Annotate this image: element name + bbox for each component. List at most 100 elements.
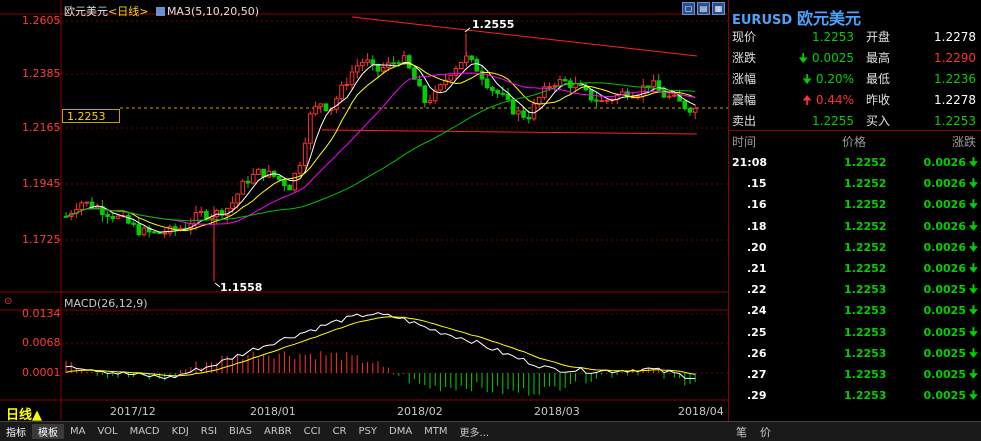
candle-body: [136, 223, 142, 236]
trade-time: .24: [747, 304, 767, 318]
down-arrow-icon: 🠋: [968, 177, 978, 191]
ma5-line: [65, 61, 696, 233]
value-amplitude: 0.44%: [815, 93, 854, 107]
candle-body: [313, 105, 318, 115]
down-arrow-icon: 🠋: [968, 346, 978, 360]
tab-kdj[interactable]: KDJ: [166, 426, 195, 437]
date-label: 2018/02: [397, 405, 443, 418]
trade-time: .15: [747, 177, 767, 191]
candle-body: [521, 110, 526, 118]
panel-icon[interactable]: ▦: [712, 2, 725, 15]
trade-price: 1.2252: [844, 156, 887, 169]
trade-change: 0.0026: [923, 177, 966, 191]
trade-row: .24 1.2253 0.0025 🠋: [729, 300, 981, 321]
candle-body: [105, 214, 110, 217]
candle-body: [126, 215, 131, 224]
candle-body: [240, 180, 246, 195]
candle-body: [375, 63, 381, 72]
candle-body: [526, 116, 532, 120]
tab-trades[interactable]: 笔: [736, 424, 747, 440]
trade-price: 1.2253: [844, 389, 887, 403]
tab-more[interactable]: 更多...: [454, 424, 496, 439]
down-arrow-icon: 🠋: [968, 304, 978, 318]
candle-body: [323, 103, 329, 112]
tab-template[interactable]: 模板: [32, 424, 64, 439]
candle-body: [230, 202, 235, 209]
candle-body: [380, 66, 386, 72]
trade-row: .20 1.2252 0.0026 🠋: [729, 237, 981, 258]
trade-row: .15 1.2252 0.0026 🠋: [729, 173, 981, 194]
candle-body: [666, 95, 672, 98]
candle-body: [474, 58, 480, 72]
candle-body: [193, 212, 199, 225]
macd-axis-label: 0.0001: [22, 366, 61, 379]
trade-price: 1.2253: [844, 283, 887, 297]
trade-row: .26 1.2253 0.0025 🠋: [729, 343, 981, 364]
price-axis-label: 1.2385: [22, 67, 61, 80]
trade-view-tabs: 笔 价: [728, 421, 981, 441]
candle-body: [334, 98, 339, 110]
candle-body: [370, 59, 376, 65]
down-arrow-icon: 🠋: [968, 240, 978, 254]
tab-arbr[interactable]: ARBR: [258, 426, 298, 437]
value-high: 1.2290: [934, 51, 976, 65]
tab-bias[interactable]: BIAS: [223, 426, 258, 437]
kline-chart[interactable]: [0, 0, 728, 420]
value-prev-close: 1.2278: [934, 93, 976, 107]
expand-icon[interactable]: ▢: [682, 2, 695, 15]
tab-rsi[interactable]: RSI: [195, 426, 223, 437]
tab-dma[interactable]: DMA: [383, 426, 418, 437]
tab-indicator[interactable]: 指标: [0, 424, 32, 439]
value-ask: 1.2255: [812, 114, 854, 128]
trade-row: .21 1.2252 0.0026 🠋: [729, 258, 981, 279]
label-low: 最低: [866, 72, 891, 86]
trades-header-time: 时间: [732, 135, 757, 149]
settings-icon[interactable]: ▤: [697, 2, 710, 15]
trade-row: .22 1.2253 0.0025 🠋: [729, 279, 981, 300]
chart-area[interactable]: [0, 0, 728, 420]
candle-body: [635, 95, 641, 98]
trade-row: .16 1.2252 0.0026 🠋: [729, 194, 981, 215]
macd-settings-icon[interactable]: ⊙: [4, 296, 12, 307]
indicator-tab-bar: 指标 模板 MA VOL MACD KDJ RSI BIAS ARBR CCI …: [0, 421, 728, 441]
candle-body: [495, 89, 500, 94]
candle-body: [339, 84, 344, 100]
moving-averages: [65, 61, 696, 233]
candle-body: [198, 210, 204, 214]
candle-body: [235, 193, 240, 204]
candle-body: [162, 232, 168, 235]
candle-body: [152, 231, 157, 234]
label-ask: 卖出: [732, 114, 757, 128]
quote-title: EURUSD 欧元美元: [732, 5, 861, 29]
ma10-line: [65, 63, 696, 232]
tab-price[interactable]: 价: [760, 424, 771, 440]
lower-trendline: [321, 129, 698, 135]
tab-psy[interactable]: PSY: [353, 426, 384, 437]
tab-ma[interactable]: MA: [64, 426, 91, 437]
price-axis-label: 1.1945: [22, 177, 61, 190]
candle-body: [604, 99, 610, 102]
macd-title: MACD(26,12,9): [64, 297, 148, 310]
trade-time: .16: [747, 198, 767, 212]
tab-macd[interactable]: MACD: [124, 426, 166, 437]
candle-body: [417, 78, 422, 87]
tab-cr[interactable]: CR: [327, 426, 353, 437]
tab-cci[interactable]: CCI: [298, 426, 327, 437]
candle-body: [453, 68, 459, 76]
tab-mtm[interactable]: MTM: [418, 426, 453, 437]
symbol-name: 欧元美元: [64, 5, 108, 18]
candle-body: [318, 103, 324, 107]
quote-panel: EURUSD 欧元美元 现价 1.2253 开盘 1.2278 涨跌 🠋 0.0…: [728, 0, 981, 421]
candle-body: [302, 142, 308, 166]
tab-vol[interactable]: VOL: [91, 426, 123, 437]
candle-body: [438, 84, 443, 91]
price-axis-label: 1.1725: [22, 233, 61, 246]
down-arrow-icon: 🠋: [968, 156, 978, 169]
down-arrow-icon: 🠋: [968, 389, 978, 403]
candle-body: [531, 103, 537, 120]
candle-body: [349, 71, 355, 85]
trade-time: .29: [747, 389, 767, 403]
trade-price: 1.2253: [844, 304, 887, 318]
date-label: 2017/12: [110, 405, 156, 418]
trade-change: 0.0026: [923, 156, 966, 169]
